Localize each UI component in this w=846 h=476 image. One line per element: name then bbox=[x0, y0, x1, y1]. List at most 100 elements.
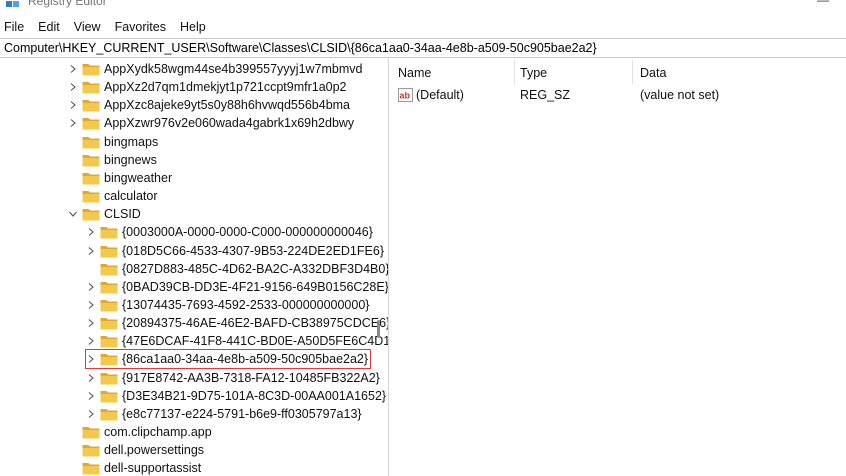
value-row[interactable]: ab (Default) REG_SZ (value not set) bbox=[390, 86, 846, 104]
menu-edit[interactable]: Edit bbox=[38, 20, 60, 34]
chevron-right-icon[interactable] bbox=[68, 96, 78, 114]
menu-help[interactable]: Help bbox=[180, 20, 206, 34]
column-header-data[interactable]: Data bbox=[632, 64, 832, 82]
tree-scrollbar-thumb[interactable] bbox=[377, 320, 380, 338]
tree-item[interactable]: AppXz2d7qm1dmekjyt1p721ccpt9mfr1a0p2 bbox=[68, 78, 347, 96]
tree-scrollbar[interactable] bbox=[372, 58, 386, 476]
folder-icon bbox=[100, 227, 118, 239]
folder-icon bbox=[100, 390, 118, 403]
column-header-type[interactable]: Type bbox=[512, 64, 632, 82]
column-header-name[interactable]: Name bbox=[390, 64, 514, 82]
window-title: Registry Editor bbox=[28, 0, 107, 8]
chevron-right-icon[interactable] bbox=[86, 405, 96, 423]
folder-icon bbox=[82, 64, 100, 76]
string-value-icon: ab bbox=[398, 88, 413, 102]
tree-item-label: AppXzwr976v2e060wada4gabrk1x69h2dbwy bbox=[104, 116, 355, 131]
tree-item[interactable]: {0003000A-0000-0000-C000-000000000046} bbox=[86, 223, 373, 241]
tree-item-label: com.clipchamp.app bbox=[104, 425, 212, 439]
tree-item[interactable]: {D3E34B21-9D75-101A-8C3D-00AA001A1652} bbox=[86, 387, 386, 405]
svg-text:ab: ab bbox=[400, 91, 411, 101]
tree-item-label: AppXz2d7qm1dmekjyt1p721ccpt9mfr1a0p2 bbox=[104, 80, 347, 95]
folder-icon bbox=[82, 445, 100, 457]
tree-item-label: {0BAD39CB-DD3E-4F21-9156-649B0156C28E} bbox=[122, 279, 389, 294]
tree-item[interactable]: AppXzc8ajeke9yt5s0y88h6hvwqd556b4bma bbox=[68, 96, 350, 114]
chevron-down-icon[interactable] bbox=[68, 205, 78, 223]
chevron-right-icon[interactable] bbox=[86, 296, 96, 314]
tree-item[interactable]: {13074435-7693-4592-2533-000000000000} bbox=[86, 296, 369, 314]
tree-item[interactable]: dell.powersettings bbox=[68, 441, 204, 459]
value-name: (Default) bbox=[416, 88, 464, 102]
chevron-right-icon[interactable] bbox=[68, 60, 78, 78]
folder-icon bbox=[100, 245, 118, 257]
folder-icon bbox=[100, 336, 118, 348]
tree-item-selected[interactable]: {86ca1aa0-34aa-4e8b-a509-50c905bae2a2} bbox=[84, 349, 372, 370]
folder-icon bbox=[100, 318, 118, 330]
tree-item[interactable]: {e8c77137-e224-5791-b6e9-ff0305797a13} bbox=[86, 405, 362, 423]
folder-icon bbox=[82, 427, 100, 439]
tree-item[interactable]: CLSID bbox=[68, 205, 141, 223]
tree-item[interactable]: bingnews bbox=[68, 151, 157, 169]
chevron-right-icon[interactable] bbox=[86, 387, 96, 405]
value-data: (value not set) bbox=[640, 88, 720, 102]
tree-item[interactable]: com.clipchamp.app bbox=[68, 423, 212, 441]
tree-item-label: {20894375-46AE-46E2-BAFD-CB38975CDCE6} bbox=[122, 316, 389, 331]
chevron-right-icon[interactable] bbox=[86, 350, 96, 368]
folder-icon bbox=[82, 209, 100, 221]
folder-icon bbox=[100, 299, 118, 312]
tree-item[interactable]: {018D5C66-4533-4307-9B53-224DE2ED1FE6} bbox=[86, 242, 384, 260]
folder-icon bbox=[82, 191, 100, 203]
folder-icon bbox=[82, 136, 100, 149]
minimize-button[interactable]: — bbox=[800, 0, 846, 12]
chevron-right-icon[interactable] bbox=[68, 114, 78, 132]
tree-item[interactable]: bingmaps bbox=[68, 133, 158, 151]
tree-item[interactable]: {917E8742-AA3B-7318-FA12-10485FB322A2} bbox=[86, 369, 380, 387]
tree-item-label: CLSID bbox=[104, 207, 141, 222]
tree-item[interactable]: {47E6DCAF-41F8-441C-BD0E-A50D5FE6C4D1} bbox=[86, 332, 389, 350]
registry-editor-icon bbox=[6, 1, 19, 7]
chevron-right-icon[interactable] bbox=[86, 332, 96, 350]
chevron-right-icon[interactable] bbox=[86, 242, 96, 260]
folder-icon bbox=[100, 263, 118, 276]
chevron-right-icon[interactable] bbox=[86, 314, 96, 332]
tree-item[interactable]: {0BAD39CB-DD3E-4F21-9156-649B0156C28E} bbox=[86, 278, 389, 296]
folder-icon bbox=[82, 172, 100, 185]
title-bar: Registry Editor — bbox=[0, 0, 846, 16]
menu-file[interactable]: File bbox=[4, 20, 24, 34]
menu-favorites[interactable]: Favorites bbox=[115, 20, 166, 34]
tree-item-label: calculator bbox=[104, 189, 158, 204]
tree-item[interactable]: AppXydk58wgm44se4b399557yyyj1w7mbmvd bbox=[68, 60, 362, 78]
tree-item[interactable]: bingweather bbox=[68, 169, 172, 187]
folder-icon bbox=[100, 408, 118, 421]
tree-item-label: {86ca1aa0-34aa-4e8b-a509-50c905bae2a2} bbox=[122, 352, 369, 367]
chevron-right-icon[interactable] bbox=[68, 78, 78, 96]
tree-item-label: dell-supportassist bbox=[104, 461, 202, 476]
tree-item[interactable]: {20894375-46AE-46E2-BAFD-CB38975CDCE6} bbox=[86, 314, 389, 332]
tree-item-label: AppXzc8ajeke9yt5s0y88h6hvwqd556b4bma bbox=[104, 98, 351, 113]
folder-icon bbox=[82, 82, 100, 94]
tree-item-label: bingweather bbox=[104, 170, 173, 185]
tree-item-label: {018D5C66-4533-4307-9B53-224DE2ED1FE6} bbox=[122, 243, 384, 258]
menu-view[interactable]: View bbox=[74, 20, 101, 34]
folder-icon bbox=[82, 100, 100, 112]
menu-bar: File Edit View Favorites Help bbox=[0, 16, 846, 38]
value-type: REG_SZ bbox=[520, 88, 571, 102]
chevron-right-icon[interactable] bbox=[86, 223, 96, 241]
chevron-right-icon[interactable] bbox=[86, 278, 96, 296]
tree-item-label: {e8c77137-e224-5791-b6e9-ff0305797a13} bbox=[122, 406, 362, 421]
folder-icon bbox=[82, 118, 100, 130]
key-tree-pane: AppXydk58wgm44se4b399557yyyj1w7mbmvd AppX… bbox=[0, 58, 389, 476]
tree-item[interactable]: AppXzwr976v2e060wada4gabrk1x69h2dbwy bbox=[68, 114, 354, 132]
tree-item-label: bingmaps bbox=[104, 134, 159, 149]
tree-item[interactable]: dell-supportassist bbox=[68, 459, 201, 476]
tree-item-label: {47E6DCAF-41F8-441C-BD0E-A50D5FE6C4D1} bbox=[122, 334, 389, 349]
tree-item[interactable]: calculator bbox=[68, 187, 158, 205]
chevron-right-icon[interactable] bbox=[86, 369, 96, 387]
tree-item[interactable]: {0827D883-485C-4D62-BA2C-A332DBF3D4B0} bbox=[86, 260, 388, 278]
address-bar[interactable]: Computer\HKEY_CURRENT_USER\Software\Clas… bbox=[0, 38, 846, 58]
